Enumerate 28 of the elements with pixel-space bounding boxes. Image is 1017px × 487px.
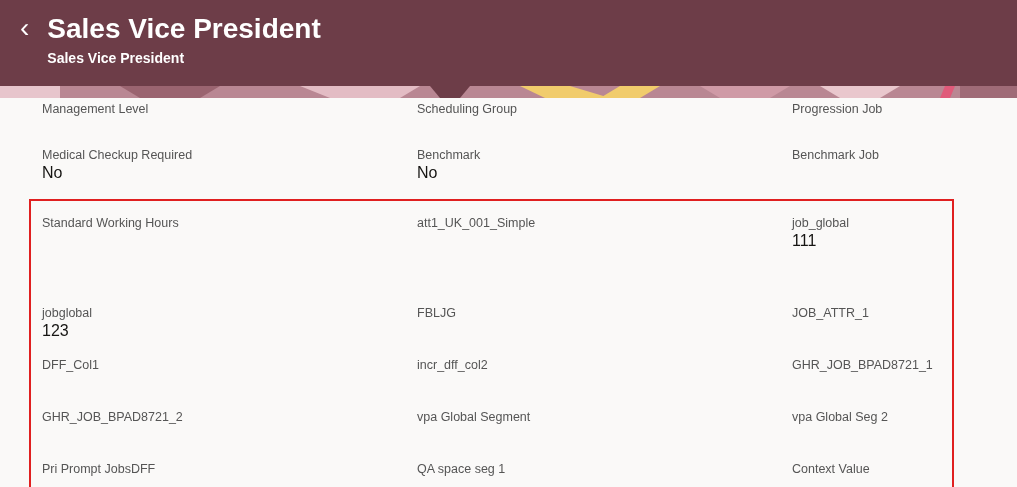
field-label: FBLJG bbox=[417, 305, 457, 321]
field-label: GHR_JOB_BPAD8721_1 bbox=[792, 357, 934, 373]
field-label: Pri Prompt JobsDFF bbox=[42, 461, 157, 477]
field-label: GHR_JOB_BPAD8721_2 bbox=[42, 409, 184, 425]
field-label: incr_dff_col2 bbox=[417, 357, 489, 373]
back-button[interactable]: ‹ bbox=[12, 12, 38, 44]
field-label: Benchmark bbox=[417, 147, 482, 163]
field-label: att1_UK_001_Simple bbox=[417, 215, 537, 231]
field-value: 123 bbox=[42, 321, 70, 341]
field-label: jobglobal bbox=[42, 305, 94, 321]
field-label: JOB_ATTR_1 bbox=[792, 305, 870, 321]
field-value: 111 bbox=[792, 231, 818, 251]
field-label: Scheduling Group bbox=[417, 101, 519, 117]
field-label: vpa Global Segment bbox=[417, 409, 532, 425]
field-label: QA space seg 1 bbox=[417, 461, 507, 477]
field-label: vpa Global Seg 2 bbox=[792, 409, 889, 425]
field-label: DFF_Col1 bbox=[42, 357, 100, 373]
field-label: Standard Working Hours bbox=[42, 215, 180, 231]
page-subtitle: Sales Vice President bbox=[47, 50, 186, 66]
field-label: Benchmark Job bbox=[792, 147, 880, 163]
field-label: Medical Checkup Required bbox=[42, 147, 194, 163]
field-value: No bbox=[417, 163, 439, 183]
field-label: Management Level bbox=[42, 101, 150, 117]
field-label: Progression Job bbox=[792, 101, 884, 117]
field-label: job_global bbox=[792, 215, 850, 231]
field-label: Context Value bbox=[792, 461, 871, 477]
field-value: No bbox=[42, 163, 64, 183]
page-title: Sales Vice President bbox=[47, 12, 321, 46]
